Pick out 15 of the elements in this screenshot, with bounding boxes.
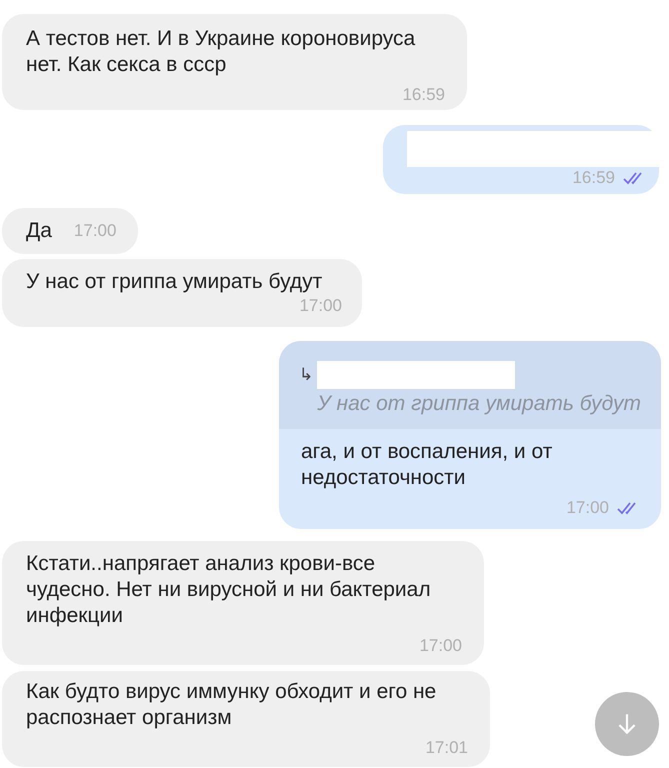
message-time: 16:59 — [402, 84, 445, 106]
quoted-text: У нас от гриппа умирать будут — [316, 391, 641, 417]
reply-arrow: ↳ — [299, 364, 313, 386]
message-time: 17:00 — [419, 635, 462, 657]
message-text: А тестов нет. И в Украине короновируса нет. Как секса в ссср — [26, 26, 416, 78]
message-text: Да — [26, 218, 52, 244]
message-time: 17:00 — [299, 295, 342, 317]
message-text: У нас от гриппа умирать будут — [26, 269, 324, 295]
message-time: 17:00 — [566, 497, 609, 519]
message-time: 17:01 — [425, 737, 468, 759]
message-time: 17:00 — [74, 220, 116, 242]
message-text: Кстати..напрягает анализ крови-все чудесно. Нет ни вирусной и ни бактериал инфекции — [26, 551, 432, 629]
message-text: Как будто вирус иммунку обходит и его не распознает организм — [26, 679, 438, 731]
message-text: ага, и от воспаления, и от недостаточности — [301, 439, 554, 491]
message-time: 16:59 — [572, 167, 615, 189]
